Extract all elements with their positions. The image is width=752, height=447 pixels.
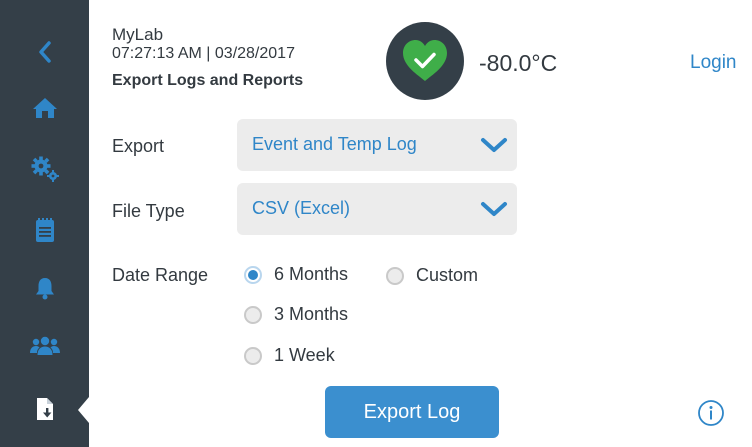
status-indicator: [386, 22, 464, 100]
back-icon: [38, 41, 51, 63]
export-nav-button[interactable]: [0, 383, 89, 435]
radio-label: 1 Week: [274, 345, 335, 365]
home-icon: [32, 98, 57, 118]
radio-button-selected[interactable]: [244, 265, 262, 284]
app-name: MyLab: [112, 25, 164, 44]
users-button[interactable]: [0, 320, 89, 372]
export-select[interactable]: Event and Temp Log: [237, 119, 517, 171]
radio-3-months[interactable]: 3 Months: [244, 304, 348, 325]
active-indicator: [78, 397, 89, 423]
alarms-button[interactable]: [0, 262, 89, 314]
login-link[interactable]: Login: [690, 52, 737, 74]
radio-button[interactable]: [386, 266, 404, 285]
temperature-readout: -80.0°C: [479, 50, 558, 76]
page-title: Export Logs and Reports: [112, 72, 304, 89]
radio-custom[interactable]: Custom: [386, 265, 478, 286]
export-select-value: Event and Temp Log: [252, 134, 417, 154]
clipboard-icon: [35, 218, 54, 242]
bell-icon: [35, 278, 54, 300]
file-download-icon: [36, 398, 53, 420]
logs-button[interactable]: [0, 204, 89, 256]
radio-label: Custom: [416, 265, 479, 285]
export-log-button[interactable]: Export Log: [325, 386, 499, 438]
radio-label: 3 Months: [274, 304, 349, 324]
file-type-select[interactable]: CSV (Excel): [237, 183, 517, 235]
export-label: Export: [112, 136, 165, 156]
users-icon: [29, 336, 60, 355]
radio-1-week[interactable]: 1 Week: [244, 345, 335, 366]
chevron-down-icon: [481, 202, 507, 216]
radio-6-months[interactable]: 6 Months: [244, 264, 348, 285]
file-type-select-value: CSV (Excel): [252, 198, 351, 218]
date-range-label: Date Range: [112, 265, 209, 285]
radio-button[interactable]: [244, 305, 262, 324]
settings-button[interactable]: [0, 143, 89, 195]
back-button[interactable]: [0, 26, 89, 78]
home-button[interactable]: [0, 82, 89, 134]
radio-button[interactable]: [244, 346, 262, 365]
settings-gears-icon: [31, 156, 59, 182]
info-icon[interactable]: [697, 399, 725, 427]
file-type-label: File Type: [112, 201, 185, 221]
heart-check-icon: [403, 40, 447, 81]
datetime: 07:27:13 AM | 03/28/2017: [112, 45, 295, 62]
sidebar: [0, 0, 89, 447]
chevron-down-icon: [481, 138, 507, 152]
radio-label: 6 Months: [274, 264, 349, 284]
